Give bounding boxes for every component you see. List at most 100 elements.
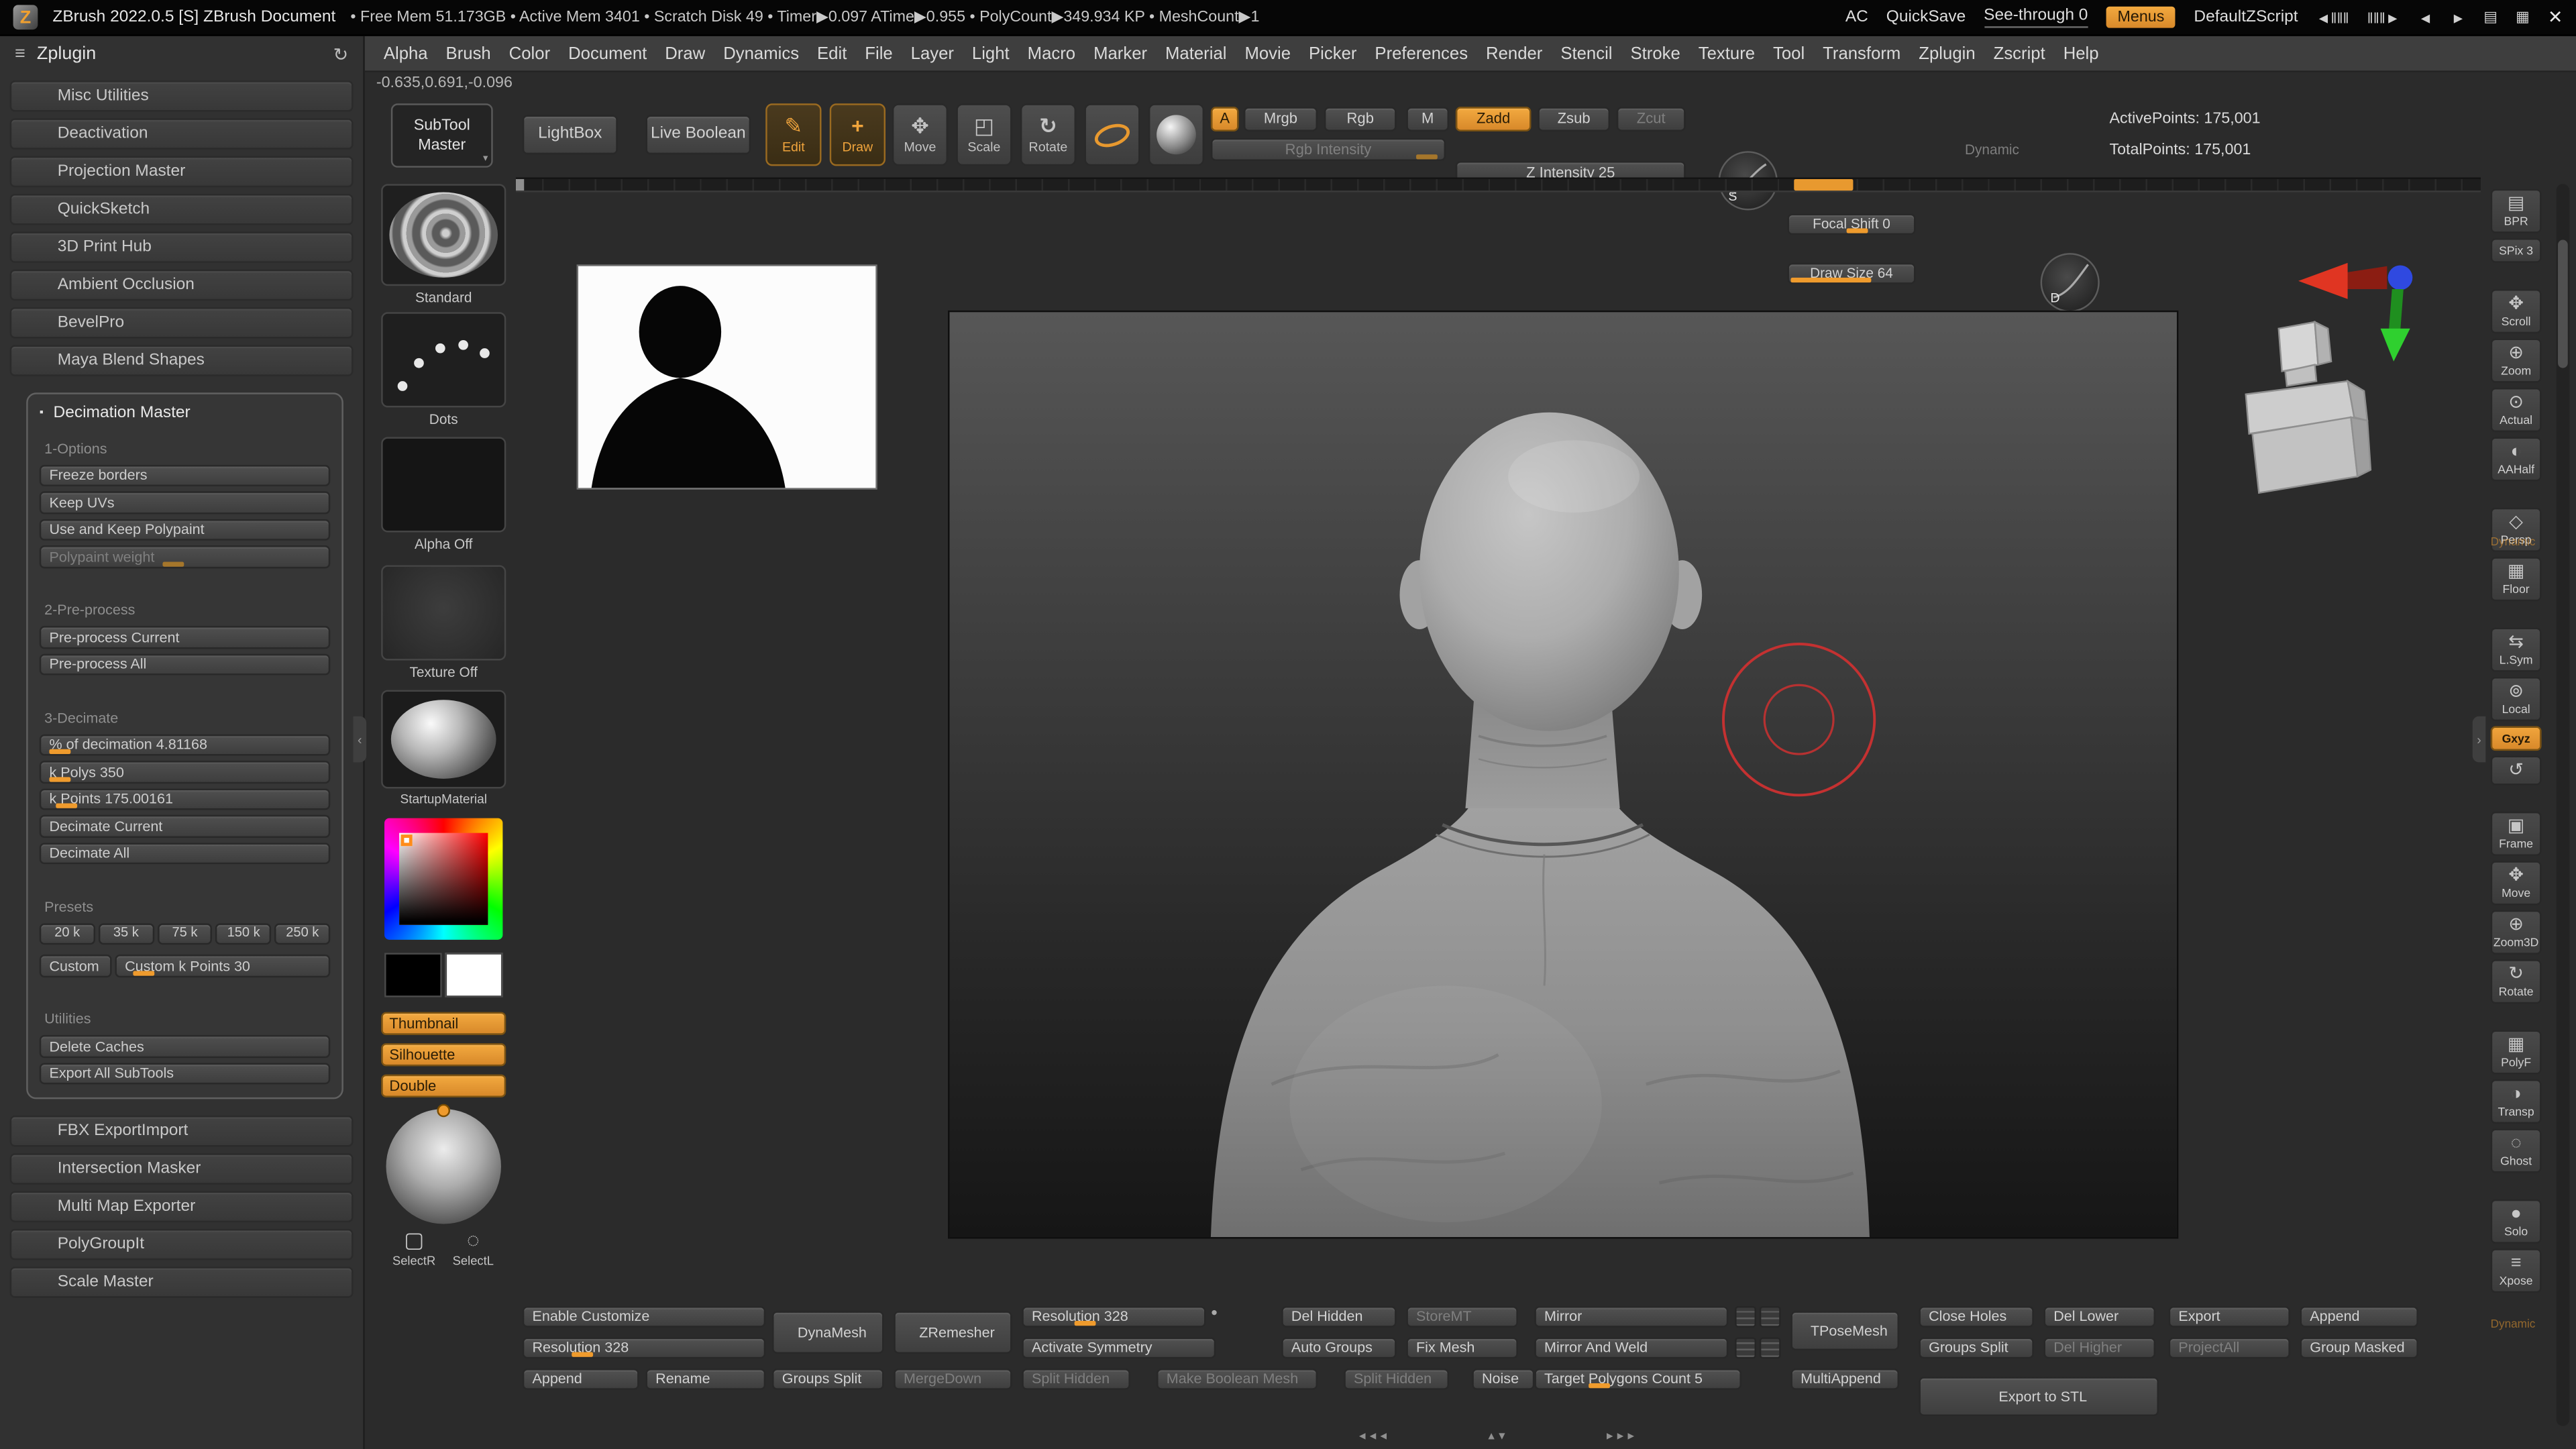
fix-mesh-button[interactable]: Fix Mesh	[1406, 1337, 1518, 1359]
right-shelf-button[interactable]: ◑ Transp	[2490, 1079, 2542, 1124]
zplugin-item[interactable]: Intersection Masker	[9, 1153, 354, 1185]
swatch-white[interactable]	[445, 953, 503, 998]
right-shelf-button[interactable]: SPix 3	[2490, 238, 2542, 263]
del-lower-button[interactable]: Del Lower	[2043, 1305, 2156, 1328]
activate-symmetry-button[interactable]: Activate Symmetry	[1022, 1337, 1216, 1359]
menu-item[interactable]: Dynamics	[714, 36, 808, 70]
panel-menu-icon[interactable]: ≡	[15, 44, 25, 64]
menu-item[interactable]: Stencil	[1552, 36, 1621, 70]
zremesher-button[interactable]: ZRemesher	[894, 1311, 1012, 1354]
menu-item[interactable]: Zscript	[1984, 36, 2054, 70]
auto-groups-button[interactable]: Auto Groups	[1281, 1337, 1397, 1359]
document-viewport[interactable]	[949, 312, 2177, 1238]
zplugin-item[interactable]: FBX ExportImport	[9, 1115, 354, 1147]
utility-button[interactable]: Delete Caches	[39, 1034, 331, 1057]
focal-shift-slider[interactable]: Focal Shift 0	[1787, 213, 1916, 235]
zscript-forward-icon[interactable]: ‖‖‖►	[2367, 9, 2400, 25]
export-to-stl-button[interactable]: Export to STL	[1919, 1377, 2159, 1417]
tposemesh-button[interactable]: TPoseMesh	[1790, 1311, 1900, 1351]
menu-item[interactable]: Light	[963, 36, 1018, 70]
zplugin-item[interactable]: QuickSketch	[9, 193, 354, 225]
menu-item[interactable]: Material	[1157, 36, 1236, 70]
right-shelf-button[interactable]: ▤ BPR	[2490, 189, 2542, 233]
prev-icon[interactable]: ◄	[2418, 9, 2433, 25]
group-masked-button[interactable]: Group Masked	[2300, 1337, 2418, 1359]
right-shelf-button[interactable]: ▦ PolyF	[2490, 1030, 2542, 1075]
utility-button[interactable]: Export All SubTools	[39, 1062, 331, 1085]
zadd-toggle[interactable]: Zadd	[1455, 107, 1532, 131]
menu-item[interactable]: Tool	[1764, 36, 1814, 70]
current-alpha-thumbnail[interactable]	[381, 437, 506, 533]
decimation-control[interactable]: 3-Decimate	[40, 706, 330, 729]
menu-item[interactable]: Texture	[1689, 36, 1764, 70]
decimation-control[interactable]: Decimate All	[39, 842, 331, 865]
decimation-control[interactable]: Use and Keep Polypaint	[39, 518, 331, 541]
swatch-black[interactable]	[384, 953, 442, 998]
menu-item[interactable]: Layer	[902, 36, 963, 70]
ac-button[interactable]: AC	[1845, 8, 1868, 26]
lightbox-button[interactable]: LightBox	[522, 115, 618, 155]
decimation-master-header[interactable]: ▪ Decimation Master	[40, 401, 330, 426]
mirror-axis-toggle[interactable]	[1735, 1337, 1756, 1359]
decimation-control[interactable]: 2-Pre-process	[40, 599, 330, 621]
mirror-axis-toggle[interactable]	[1759, 1337, 1781, 1359]
tool-preview-sphere[interactable]	[386, 1109, 501, 1224]
decimation-control[interactable]: Keep UVs	[39, 491, 331, 514]
projectall-button[interactable]: ProjectAll	[2168, 1337, 2290, 1359]
right-shelf-button[interactable]: ⊙ Actual	[2490, 387, 2542, 433]
scrub-left-icon[interactable]: ◄◄◄	[1357, 1430, 1389, 1442]
decimation-control[interactable]: k Points 175.00161	[39, 788, 331, 810]
right-shelf-button[interactable]: ▦ Floor	[2490, 557, 2542, 602]
right-shelf-button[interactable]: ⊕ Zoom3D	[2490, 910, 2542, 955]
make-boolean-mesh-button[interactable]: Make Boolean Mesh	[1157, 1368, 1318, 1390]
right-shelf-button[interactable]: ⊚ Local	[2490, 676, 2542, 722]
decimation-control[interactable]: k Polys 350	[39, 760, 331, 783]
menu-item[interactable]: File	[856, 36, 902, 70]
gradient-sphere-button[interactable]	[1148, 103, 1205, 166]
multiappend-button[interactable]: MultiAppend	[1790, 1368, 1900, 1390]
draw-size-slider[interactable]: Draw Size 64	[1787, 262, 1916, 284]
right-shelf-button[interactable]: ≡ Xpose	[2490, 1248, 2542, 1293]
decimation-control[interactable]: % of decimation 4.81168	[39, 733, 331, 756]
storemt-button[interactable]: StoreMT	[1406, 1305, 1518, 1328]
move-button[interactable]: ✥ Move	[892, 103, 949, 166]
document-scrubber[interactable]: ◄◄◄ ▲▼ ►►►	[1357, 1428, 1636, 1444]
export-button[interactable]: Export	[2168, 1305, 2290, 1328]
right-shelf-button[interactable]: ◐ AAHalf	[2490, 437, 2542, 482]
mirror-axis-toggle[interactable]	[1735, 1305, 1756, 1328]
custom-button[interactable]: Custom	[39, 954, 112, 977]
right-shelf-button[interactable]: ↺	[2490, 755, 2542, 786]
menu-item[interactable]: Alpha	[374, 36, 437, 70]
double-button[interactable]: Double	[381, 1074, 506, 1097]
color-saturation-square[interactable]	[399, 833, 488, 925]
zplugin-item[interactable]: PolyGroupIt	[9, 1228, 354, 1260]
live-boolean-button[interactable]: Live Boolean	[645, 115, 751, 155]
right-shelf-button[interactable]: ✥ Move	[2490, 861, 2542, 906]
custom-k-points-slider[interactable]: Custom k Points 30	[115, 954, 331, 977]
dynamesh-button[interactable]: DynaMesh	[772, 1311, 884, 1354]
split-hidden-button[interactable]: Split Hidden	[1022, 1368, 1130, 1390]
refresh-icon[interactable]: ↻	[333, 44, 349, 64]
edit-button[interactable]: ✎ Edit	[765, 103, 822, 166]
right-scrollbar-thumb[interactable]	[2558, 239, 2568, 368]
groups-split-button[interactable]: Groups Split	[772, 1368, 884, 1390]
close-holes-button[interactable]: Close Holes	[1919, 1305, 2034, 1328]
menu-item[interactable]: Movie	[1236, 36, 1300, 70]
split-hidden-button-2[interactable]: Split Hidden	[1344, 1368, 1450, 1390]
menu-item[interactable]: Macro	[1018, 36, 1084, 70]
rgb-toggle[interactable]: Rgb	[1324, 107, 1397, 131]
next-icon[interactable]: ►	[2451, 9, 2465, 25]
decimation-control[interactable]: Polypaint weight	[39, 545, 331, 568]
color-picker[interactable]	[384, 818, 503, 940]
mirror-and-weld-button[interactable]: Mirror And Weld	[1534, 1337, 1729, 1359]
zplugin-item[interactable]: Projection Master	[9, 156, 354, 188]
mrgb-toggle[interactable]: Mrgb	[1243, 107, 1318, 131]
zplugin-item[interactable]: Misc Utilities	[9, 80, 354, 112]
document-timeline-strip[interactable]	[515, 177, 2481, 193]
menu-item[interactable]: Draw	[656, 36, 714, 70]
zcut-toggle[interactable]: Zcut	[1616, 107, 1686, 131]
zplugin-item[interactable]: BevelPro	[9, 307, 354, 339]
zplugin-item[interactable]: Ambient Occlusion	[9, 269, 354, 301]
right-shelf-button[interactable]: ▣ Frame	[2490, 811, 2542, 856]
m-toggle[interactable]: M	[1406, 107, 1450, 131]
